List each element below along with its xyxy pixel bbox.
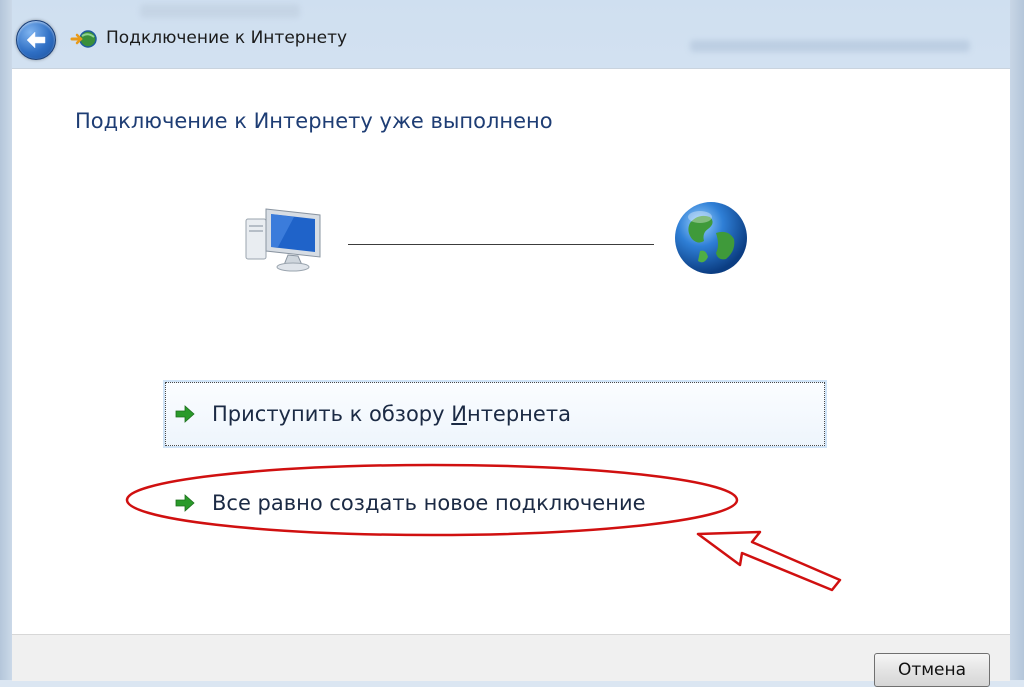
command-area: Отмена bbox=[12, 634, 1010, 687]
green-arrow-icon bbox=[175, 494, 195, 512]
computer-icon bbox=[245, 208, 321, 272]
wizard-content: Подключение к Интернету уже выполнено Пр… bbox=[12, 68, 1010, 635]
globe-icon bbox=[675, 202, 747, 274]
create-new-connection-label: Все равно создать новое подключение bbox=[212, 491, 646, 515]
back-button[interactable] bbox=[16, 20, 56, 60]
wizard-title-bar: Подключение к Интернету bbox=[12, 18, 1002, 64]
back-arrow-icon bbox=[26, 31, 46, 49]
window-right-border bbox=[1010, 0, 1024, 680]
cancel-button[interactable]: Отмена bbox=[874, 653, 990, 687]
browse-internet-label: Приступить к обзору Интернета bbox=[212, 402, 571, 426]
green-arrow-icon bbox=[175, 405, 195, 423]
create-new-connection-link[interactable]: Все равно создать новое подключение bbox=[166, 472, 726, 534]
window-left-border bbox=[0, 0, 12, 680]
background-blur bbox=[140, 4, 300, 18]
connection-line bbox=[348, 244, 654, 245]
browse-internet-link[interactable]: Приступить к обзору Интернета bbox=[165, 382, 825, 446]
window-title: Подключение к Интернету bbox=[106, 28, 348, 48]
page-heading: Подключение к Интернету уже выполнено bbox=[75, 109, 553, 133]
network-connection-icon bbox=[70, 30, 97, 48]
